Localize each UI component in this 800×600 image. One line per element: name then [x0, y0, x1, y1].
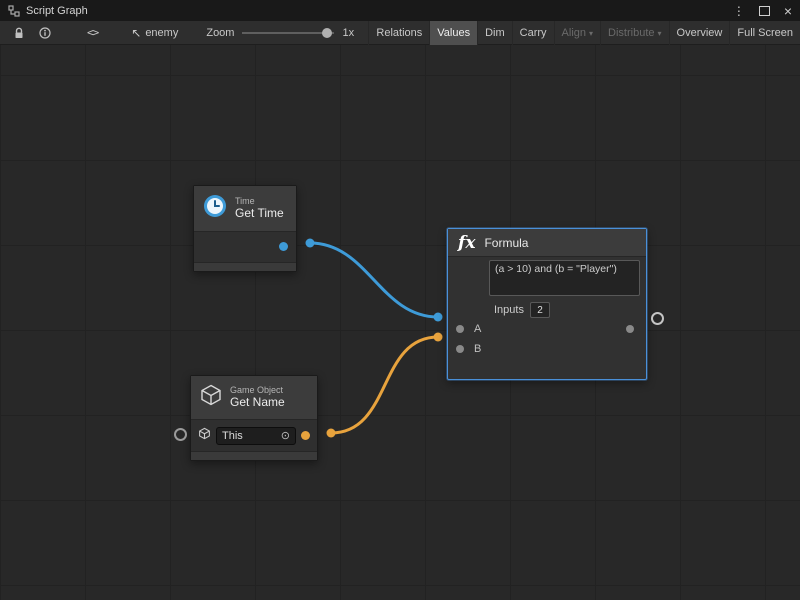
close-icon[interactable]: × — [784, 4, 792, 18]
port-row-b: B — [448, 339, 646, 359]
zoom-value: 1x — [342, 27, 354, 39]
maximize-icon[interactable] — [759, 6, 770, 16]
zoom-slider[interactable] — [242, 27, 334, 39]
output-port-time[interactable] — [279, 242, 288, 251]
node-footer — [191, 451, 317, 460]
port-row-a: A — [448, 319, 646, 339]
code-view-icon[interactable]: <> — [80, 21, 105, 45]
input-port-target-unconnected[interactable] — [174, 428, 187, 441]
align-button[interactable]: Align ▾ — [554, 21, 600, 45]
node-title: Formula — [484, 236, 528, 250]
output-port-formula-unconnected[interactable] — [651, 312, 664, 325]
graph-window-icon — [8, 5, 20, 17]
node-get-name[interactable]: Game Object Get Name This ⊙ — [190, 375, 318, 461]
info-icon[interactable] — [32, 21, 58, 45]
zoom-slider-handle[interactable] — [322, 28, 332, 38]
graph-canvas[interactable] — [0, 45, 800, 600]
script-graph-window: Script Graph ⋮ × <> ↖ enemy — [0, 0, 800, 600]
graph-pointer-icon: ↖ — [131, 26, 141, 40]
graph-name: enemy — [145, 27, 178, 39]
chevron-down-icon: ▾ — [589, 29, 593, 38]
graph-toolbar: <> ↖ enemy Zoom 1x Relations Values Dim … — [0, 21, 800, 45]
node-get-time[interactable]: Time Get Time — [193, 185, 297, 272]
target-object-value: This — [222, 430, 243, 442]
target-object-field[interactable]: This ⊙ — [216, 427, 296, 445]
values-button[interactable]: Values — [429, 21, 477, 45]
node-body: This ⊙ — [191, 420, 317, 451]
overview-button[interactable]: Overview — [669, 21, 730, 45]
clock-icon — [202, 193, 228, 224]
carry-button[interactable]: Carry — [512, 21, 554, 45]
window-title: Script Graph — [26, 5, 88, 17]
node-header[interactable]: Game Object Get Name — [191, 376, 317, 420]
graph-breadcrumb[interactable]: ↖ enemy — [131, 26, 178, 40]
cube-icon — [199, 383, 223, 412]
node-title: Get Time — [235, 207, 284, 221]
output-port-name[interactable] — [301, 431, 310, 440]
fullscreen-button[interactable]: Full Screen — [729, 21, 800, 45]
input-port-b[interactable] — [456, 345, 464, 353]
formula-expression-input[interactable]: (a > 10) and (b = "Player") — [489, 260, 640, 296]
inputs-label: Inputs — [494, 304, 524, 316]
distribute-button[interactable]: Distribute ▾ — [600, 21, 668, 45]
chevron-down-icon: ▾ — [658, 29, 662, 38]
window-menu-icon[interactable]: ⋮ — [733, 5, 745, 17]
port-label: B — [474, 343, 481, 355]
zoom-label: Zoom — [206, 27, 234, 39]
toolbar-buttons: Relations Values Dim Carry Align ▾ Distr… — [368, 21, 800, 45]
node-header[interactable]: Time Get Time — [194, 186, 296, 232]
relations-button[interactable]: Relations — [368, 21, 429, 45]
cube-icon — [198, 427, 211, 445]
node-title: Get Name — [230, 396, 285, 410]
dim-button[interactable]: Dim — [477, 21, 512, 45]
node-formula[interactable]: fx Formula (a > 10) and (b = "Player") I… — [447, 228, 647, 380]
port-label: A — [474, 323, 481, 335]
node-header[interactable]: fx Formula — [448, 229, 646, 257]
title-bar: Script Graph ⋮ × — [0, 0, 800, 21]
formula-fx-icon: fx — [458, 233, 475, 253]
output-port-result[interactable] — [626, 325, 634, 333]
input-port-a[interactable] — [456, 325, 464, 333]
node-footer — [194, 262, 296, 271]
zoom-slider-track — [242, 32, 334, 34]
inputs-count-field[interactable]: 2 — [530, 302, 550, 318]
object-picker-icon[interactable]: ⊙ — [281, 429, 290, 442]
lock-icon[interactable] — [6, 21, 32, 45]
node-body — [194, 232, 296, 262]
